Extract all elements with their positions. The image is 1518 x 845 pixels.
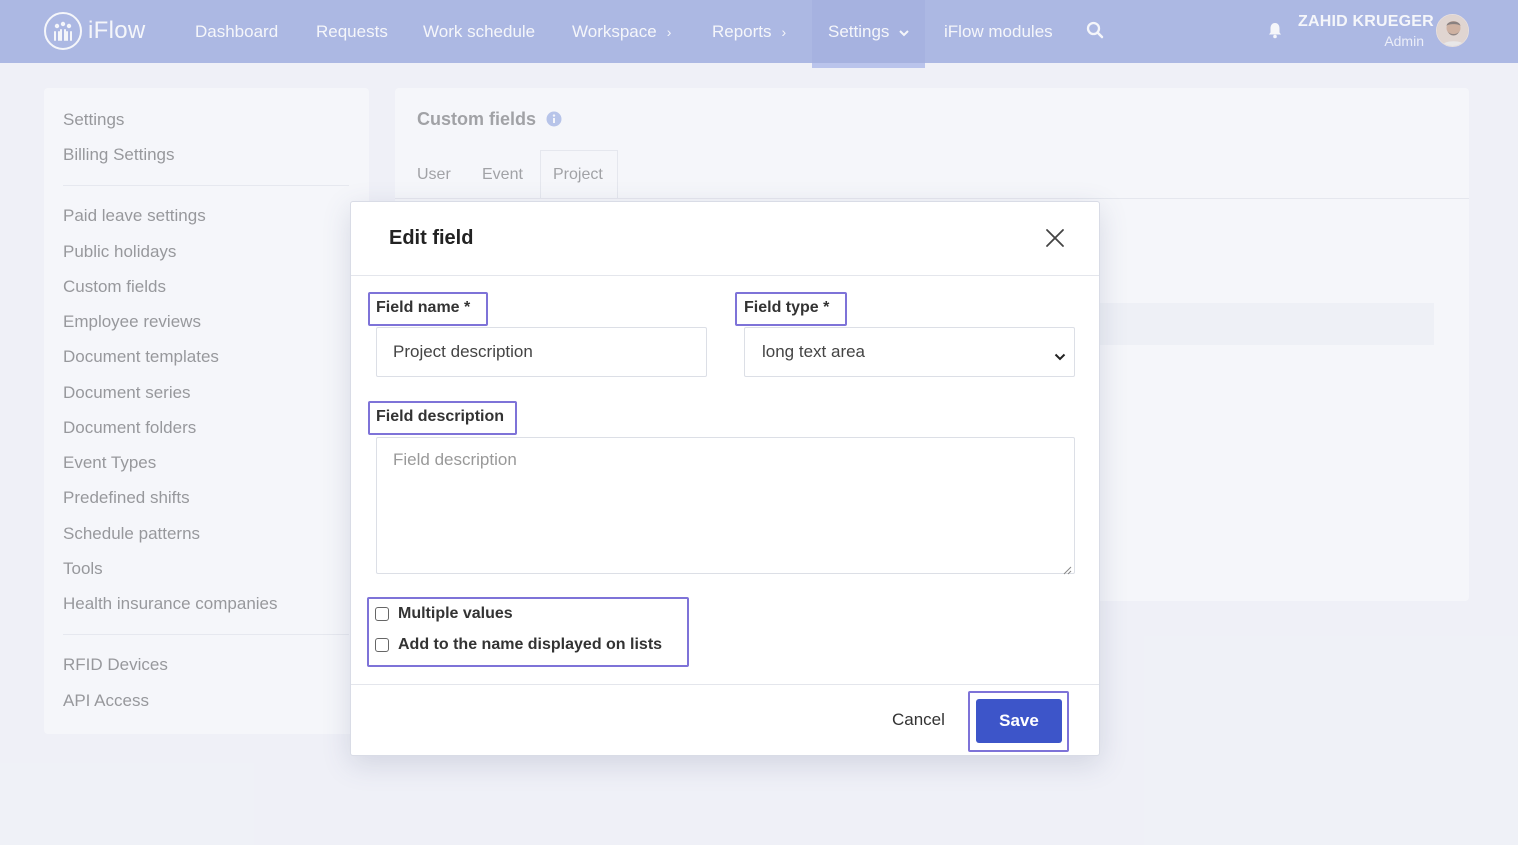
field-name-label: Field name * (376, 299, 471, 316)
edit-field-modal: Edit field Field name * Field type * lon… (350, 201, 1100, 756)
field-type-label: Field type * (744, 299, 830, 316)
modal-title: Edit field (389, 227, 474, 249)
field-type-selected-value: long text area (762, 342, 866, 361)
modal-header-divider (351, 275, 1099, 276)
multiple-values-label: Multiple values (398, 605, 513, 622)
multiple-values-option[interactable]: Multiple values (375, 605, 513, 623)
add-to-name-option[interactable]: Add to the name displayed on lists (375, 636, 662, 654)
save-button[interactable]: Save (976, 699, 1062, 743)
modal-footer-divider (351, 684, 1099, 685)
multiple-values-checkbox[interactable] (375, 607, 389, 621)
close-icon[interactable] (1043, 226, 1067, 250)
add-to-name-checkbox[interactable] (375, 638, 389, 652)
cancel-button[interactable]: Cancel (892, 710, 945, 730)
field-description-textarea[interactable] (376, 437, 1075, 574)
chevron-down-icon (1054, 346, 1066, 366)
field-type-select[interactable]: long text area (744, 327, 1075, 377)
add-to-name-label: Add to the name displayed on lists (398, 636, 663, 653)
field-description-label: Field description (376, 408, 505, 425)
field-name-input[interactable] (376, 327, 707, 377)
